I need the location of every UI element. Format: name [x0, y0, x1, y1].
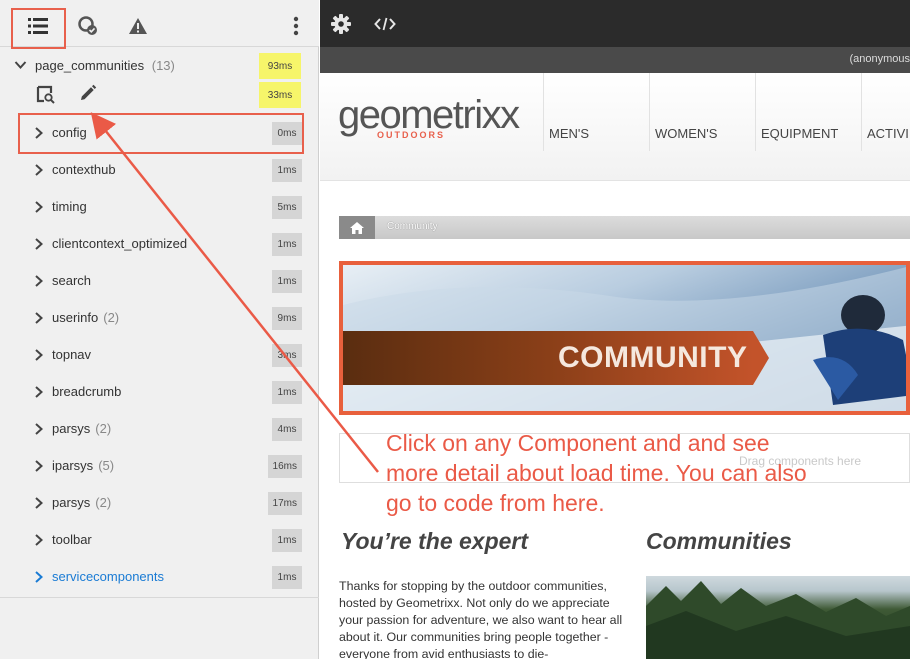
annotation-arrow [90, 112, 379, 473]
annotation-callout: Click on any Component and and see more … [386, 430, 807, 516]
